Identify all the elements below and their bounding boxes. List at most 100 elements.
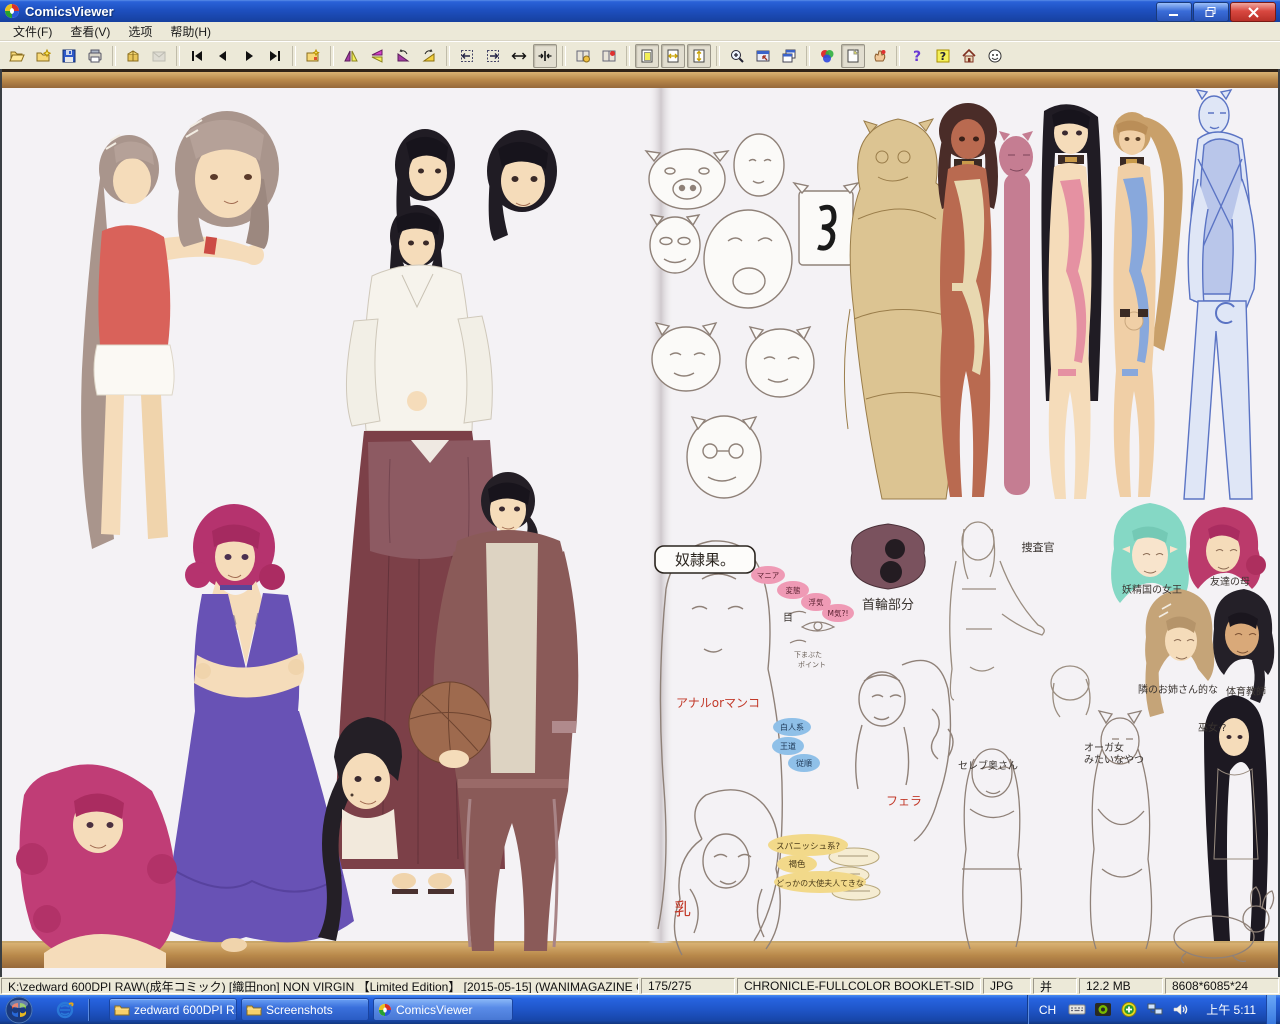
- status-mode: 并: [1033, 978, 1077, 994]
- scroll-left-page-icon[interactable]: [455, 44, 479, 68]
- svg-text:体育教師: 体育教師: [1226, 685, 1266, 698]
- toolbar-separator: [446, 46, 450, 66]
- volume-icon[interactable]: [1172, 1001, 1190, 1018]
- print-book-icon[interactable]: [83, 44, 107, 68]
- book-edit-icon[interactable]: [597, 44, 621, 68]
- help-icon[interactable]: ?: [905, 44, 929, 68]
- svg-text:下まぶた: 下まぶた: [794, 651, 822, 659]
- nvidia-icon[interactable]: [1094, 1001, 1112, 1018]
- svg-text:目: 目: [783, 613, 793, 624]
- status-file-size: 12.2 MB: [1079, 978, 1163, 994]
- language-indicator[interactable]: CH: [1039, 1003, 1056, 1017]
- collar-illustration: [851, 524, 925, 589]
- book-settings-icon[interactable]: [571, 44, 595, 68]
- taskbar-button-label: Screenshots: [266, 1003, 333, 1017]
- open-folder-icon[interactable]: [5, 44, 29, 68]
- save-icon[interactable]: [57, 44, 81, 68]
- mail-icon[interactable]: [147, 44, 171, 68]
- svg-text:妖精国の女王: 妖精国の女王: [1122, 583, 1182, 596]
- next-page-icon[interactable]: [237, 44, 261, 68]
- fit-window-icon[interactable]: [533, 44, 557, 68]
- menu-item-0[interactable]: 文件(F): [4, 21, 61, 42]
- figure-lineup-creature: [999, 131, 1033, 495]
- status-format: JPG: [983, 978, 1031, 994]
- svg-text:スパニッシュ系?: スパニッシュ系?: [776, 841, 840, 852]
- minimize-button[interactable]: [1156, 2, 1192, 22]
- fit-vertical-icon[interactable]: [687, 44, 711, 68]
- app-icon: [4, 3, 20, 19]
- menu-item-3[interactable]: 帮助(H): [161, 21, 220, 42]
- status-file-path: K:\zedward 600DPI RAW\(成年コミック) [織田non] N…: [1, 978, 639, 994]
- rotate-left-icon[interactable]: [391, 44, 415, 68]
- svg-text:変態: 変態: [786, 585, 801, 595]
- taskbar-button-zedward-600dpi-r-[interactable]: zedward 600DPI R...: [109, 998, 237, 1021]
- status-bar: K:\zedward 600DPI RAW\(成年コミック) [織田non] N…: [0, 977, 1280, 995]
- new-folder-icon[interactable]: [31, 44, 55, 68]
- quick-launch: [38, 995, 107, 1024]
- taskbar-button-label: ComicsViewer: [396, 1003, 472, 1017]
- home-icon[interactable]: [957, 44, 981, 68]
- flip-vertical-icon[interactable]: [365, 44, 389, 68]
- shrink-window-icon[interactable]: [751, 44, 775, 68]
- taskbar-button-comicsviewer[interactable]: ComicsViewer: [373, 998, 513, 1021]
- svg-text:巫女·?: 巫女·?: [1198, 721, 1227, 734]
- taskbar: zedward 600DPI R... Screenshots ComicsView…: [0, 995, 1280, 1024]
- figure-pink-bust-woman: [16, 764, 177, 968]
- help-topic-icon[interactable]: ?: [931, 44, 955, 68]
- health-icon[interactable]: [1120, 1001, 1138, 1018]
- keyboard-icon[interactable]: [1068, 1001, 1086, 1018]
- clock[interactable]: 上午 5:11: [1206, 1001, 1256, 1018]
- status-document-name: CHRONICLE-FULLCOLOR BOOKLET-SID: [737, 978, 981, 994]
- cascade-icon[interactable]: [777, 44, 801, 68]
- fit-width-arrows-icon[interactable]: [507, 44, 531, 68]
- package-icon[interactable]: [121, 44, 145, 68]
- toolbar-separator: [330, 46, 334, 66]
- taskbar-button-screenshots[interactable]: Screenshots: [241, 998, 369, 1021]
- svg-text:セレブ奥さん: セレブ奥さん: [958, 759, 1018, 772]
- comic-spread: 奴隷果。 マニア 変態 浮気 M気?! 首輪部分 捜査官 アナルorマンコ 目 …: [2, 69, 1278, 977]
- start-button[interactable]: [0, 995, 38, 1024]
- first-page-icon[interactable]: [185, 44, 209, 68]
- slideshow-icon[interactable]: [301, 44, 325, 68]
- rotate-right-icon[interactable]: [417, 44, 441, 68]
- svg-text:友達の母: 友達の母: [1210, 575, 1250, 588]
- svg-text:M気?!: M気?!: [828, 608, 849, 618]
- close-button[interactable]: [1230, 2, 1276, 22]
- status-page-number: 175/275: [641, 978, 735, 994]
- toolbar-separator: [716, 46, 720, 66]
- svg-text:褐色: 褐色: [788, 859, 806, 870]
- last-page-icon[interactable]: [263, 44, 287, 68]
- svg-text:乳: 乳: [674, 900, 691, 920]
- fit-horizontal-icon[interactable]: [661, 44, 685, 68]
- prev-page-icon[interactable]: [211, 44, 235, 68]
- svg-text:白人系: 白人系: [780, 722, 804, 732]
- screen: ComicsViewer 文件(F)查看(V)选项帮助(H) ??: [0, 0, 1280, 1024]
- menu-item-1[interactable]: 查看(V): [61, 21, 119, 42]
- svg-text:捜査官: 捜査官: [1022, 540, 1055, 554]
- folder-icon: [114, 1003, 130, 1017]
- restore-button[interactable]: [1193, 2, 1229, 22]
- show-desktop-strip[interactable]: [1266, 995, 1276, 1024]
- page-corner-icon[interactable]: [841, 44, 865, 68]
- task-buttons: zedward 600DPI R... Screenshots ComicsView…: [107, 998, 515, 1021]
- app-icon: [378, 1003, 392, 1017]
- scroll-right-page-icon[interactable]: [481, 44, 505, 68]
- toolbar-separator: [896, 46, 900, 66]
- toolbar: ??: [0, 41, 1280, 69]
- toolbar-separator: [626, 46, 630, 66]
- page-image[interactable]: 奴隷果。 マニア 変態 浮気 M気?! 首輪部分 捜査官 アナルorマンコ 目 …: [0, 69, 1280, 977]
- colors-icon[interactable]: [815, 44, 839, 68]
- menu-item-2[interactable]: 选项: [119, 21, 161, 42]
- svg-text:奴隷果。: 奴隷果。: [675, 551, 735, 569]
- zoom-icon[interactable]: [725, 44, 749, 68]
- svg-text:みたいなやつ: みたいなやつ: [1084, 754, 1144, 766]
- about-icon[interactable]: [983, 44, 1007, 68]
- svg-text:マニア: マニア: [757, 571, 780, 580]
- grab-icon[interactable]: [867, 44, 891, 68]
- flip-horizontal-icon[interactable]: [339, 44, 363, 68]
- toolbar-separator: [176, 46, 180, 66]
- single-page-icon[interactable]: [635, 44, 659, 68]
- ie-icon[interactable]: [56, 1001, 74, 1019]
- menu-bar: 文件(F)查看(V)选项帮助(H): [0, 22, 1280, 41]
- network-icon[interactable]: [1146, 1001, 1164, 1018]
